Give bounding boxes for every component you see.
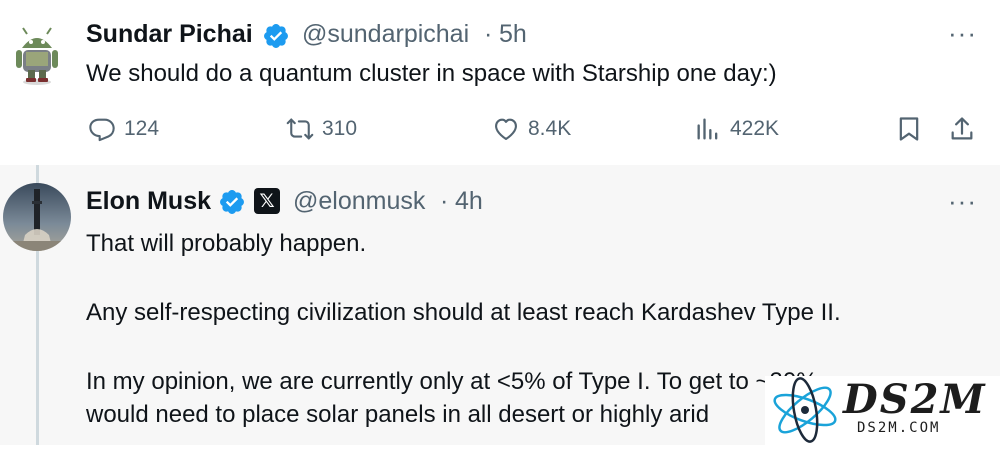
x-affiliation-icon: 𝕏 [254,188,280,214]
views-button[interactable]: 422K [694,113,779,145]
tweet-text: We should do a quantum cluster in space … [86,60,777,87]
avatar-elon[interactable] [3,183,71,251]
verified-badge-icon [218,188,246,216]
tweet-sundar[interactable]: Sundar Pichai @sundarpichai · 5h ··· We … [0,0,1000,165]
avatar-sundar[interactable] [2,12,72,86]
timestamp[interactable]: 5h [499,20,527,49]
bookmark-button[interactable] [895,113,923,145]
heart-icon [495,118,517,140]
views-count: 422K [730,117,780,140]
repost-icon [286,118,314,140]
share-icon [951,117,973,140]
analytics-icon [697,118,718,140]
more-options-icon[interactable]: ··· [948,186,977,217]
separator-dot: · [440,187,449,215]
reply-count: 124 [124,117,160,140]
thread-connector-line [36,165,39,183]
author-handle[interactable]: @elonmusk [293,187,425,216]
tweet-text-line: That will probably happen. [86,230,367,257]
tweet-text-line: would need to place solar panels in all … [86,401,710,428]
watermark-logo: DS2M DS2M.COM [765,376,1000,445]
reply-button[interactable]: 124 [88,113,159,145]
watermark-site: DS2M.COM [857,420,941,436]
timestamp[interactable]: 4h [455,187,483,216]
tweet-text-line: In my opinion, we are currently only at … [86,368,862,395]
author-name[interactable]: Sundar Pichai [86,20,253,49]
like-button[interactable]: 8.4K [492,113,571,145]
thread-connector-line [36,250,39,445]
repost-button[interactable]: 310 [286,113,357,145]
bookmark-icon [899,117,919,141]
atom-logo-icon [773,377,837,443]
watermark-text: DS2M [843,376,987,423]
separator-dot: · [484,20,493,48]
like-count: 8.4K [528,117,572,140]
repost-count: 310 [322,117,358,140]
share-button[interactable] [948,113,976,145]
author-handle[interactable]: @sundarpichai [302,20,469,49]
more-options-icon[interactable]: ··· [948,18,977,49]
reply-icon [89,118,115,142]
author-name[interactable]: Elon Musk [86,187,211,216]
verified-badge-icon [262,22,290,50]
tweet-text-line: Any self-respecting civilization should … [86,299,841,326]
